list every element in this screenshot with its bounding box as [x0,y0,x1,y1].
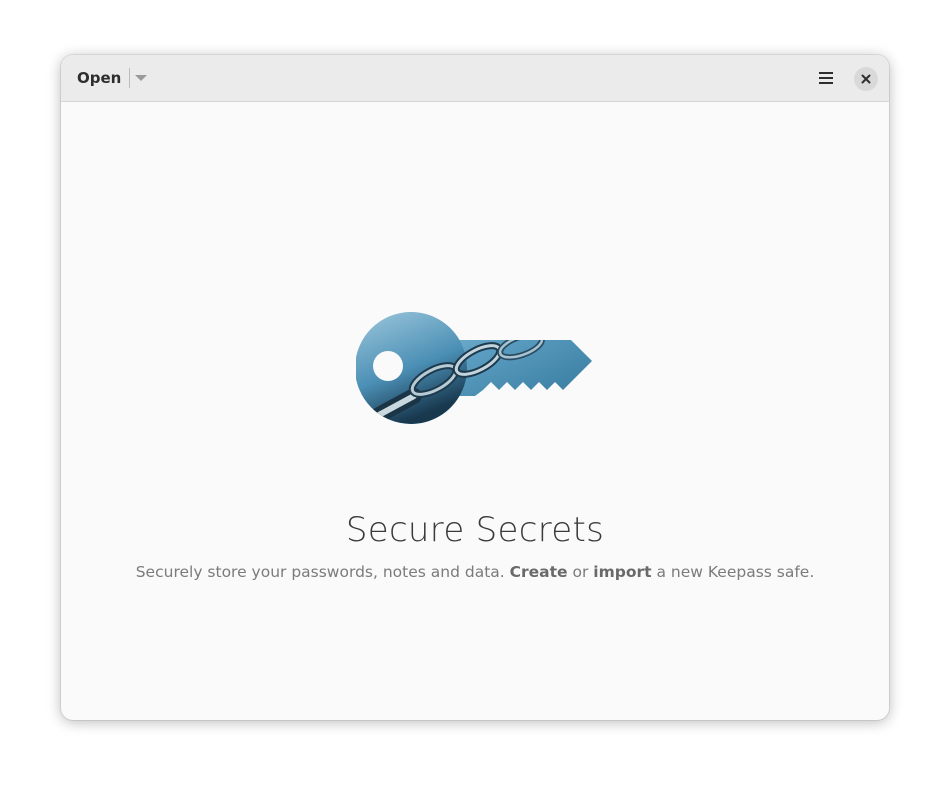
page-title: Secure Secrets [345,510,605,550]
create-link[interactable]: Create [510,563,568,581]
welcome-page: Secure Secrets Securely store your passw… [61,102,889,720]
subtitle-text: Securely store your passwords, notes and… [135,563,505,581]
app-window: Open Secure Secrets Securely store your … [61,55,889,720]
close-window-button[interactable] [854,67,878,91]
hamburger-menu-icon [819,72,833,84]
open-split-button: Open [69,63,152,93]
close-icon [861,74,871,84]
pan-down-icon [135,75,148,81]
open-dropdown-button[interactable] [130,63,152,93]
main-menu-button[interactable] [811,63,841,93]
header-bar: Open [61,55,889,102]
page-subtitle: Securely store your passwords, notes and… [61,563,889,581]
import-link[interactable]: import [593,563,651,581]
open-button[interactable]: Open [69,63,129,93]
subtitle-or: or [572,563,589,581]
key-illustration-icon [355,312,592,424]
subtitle-suffix: a new Keepass safe. [656,563,815,581]
key-illustration [355,310,596,426]
